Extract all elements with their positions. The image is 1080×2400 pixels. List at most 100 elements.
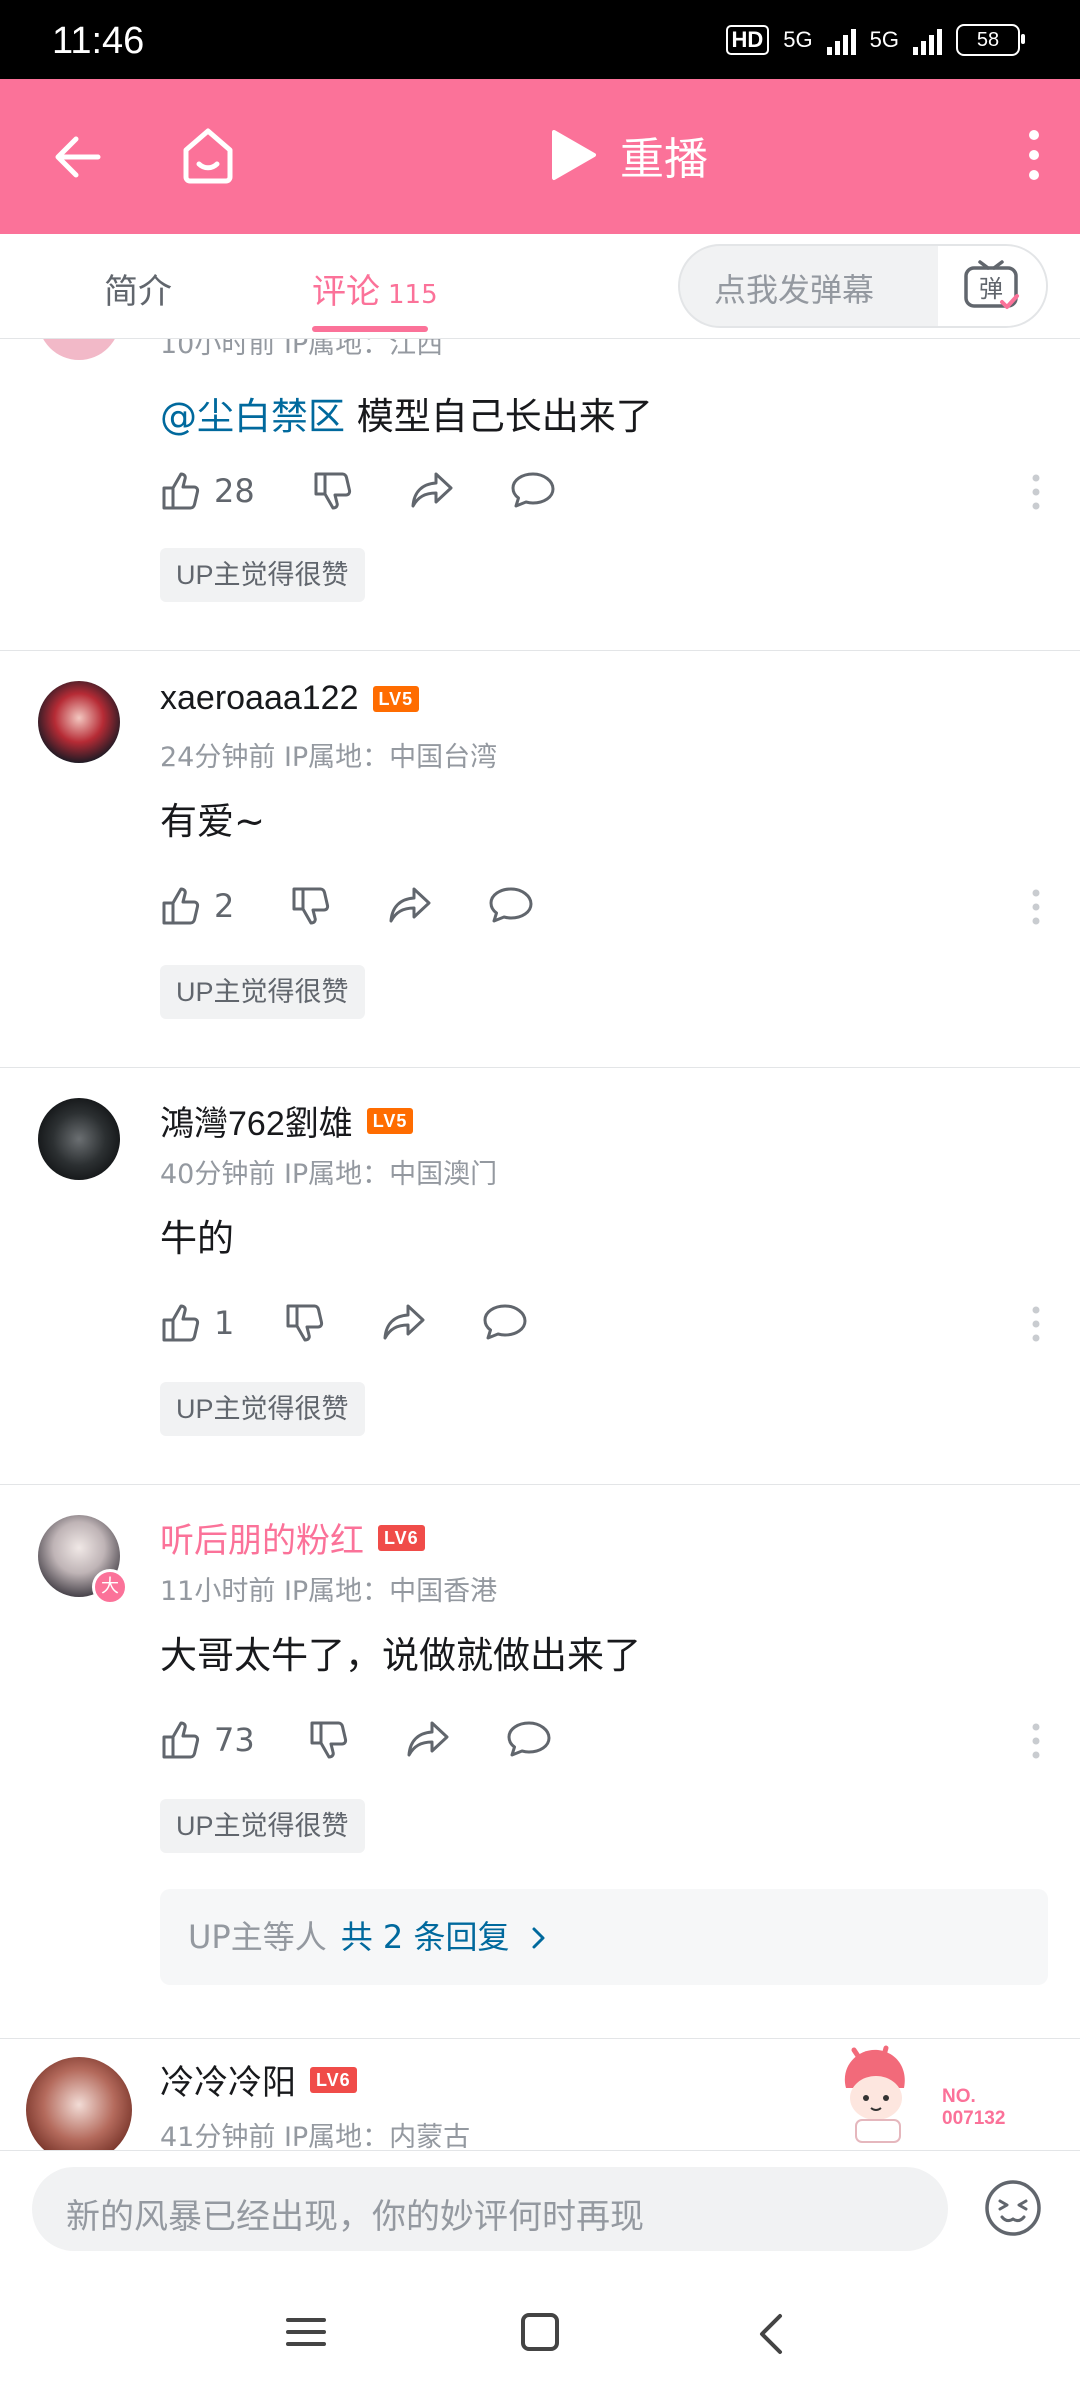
like-count: 28: [214, 472, 255, 510]
share-icon: [383, 1304, 425, 1340]
thumbs-down-icon: [286, 1304, 324, 1342]
dislike-button[interactable]: [308, 1719, 350, 1761]
like-count: 73: [214, 1721, 255, 1759]
comment-input-placeholder: 新的风暴已经出现，你的妙评何时再现: [66, 2197, 644, 2237]
network-type-1: 5G: [783, 27, 813, 52]
thumbs-down-icon: [292, 887, 330, 925]
reply-button[interactable]: [482, 1302, 528, 1342]
comment-actions: 73: [160, 1719, 1040, 1769]
comment-text: 模型自己长出来了: [356, 395, 653, 438]
reply-button[interactable]: [488, 885, 534, 925]
up-liked-badge: UP主觉得很赞: [160, 1382, 365, 1436]
comment-item: 大 听后朋的粉红 LV6 11小时前 IP属地：中国香港 大哥太牛了，说做就做出来…: [0, 1485, 1080, 2039]
share-button[interactable]: [406, 1719, 450, 1759]
username-text: xaeroaaa122: [160, 679, 359, 717]
dislike-button[interactable]: [284, 1302, 326, 1344]
like-button[interactable]: 1: [160, 1302, 234, 1344]
avatar[interactable]: [38, 681, 120, 763]
comment-list[interactable]: 10小时前 IP属地：江西 @尘白禁区 模型自己长出来了 28 UP主觉得很赞: [0, 338, 1080, 2150]
up-liked-badge: UP主觉得很赞: [160, 548, 365, 602]
dislike-button[interactable]: [290, 885, 332, 927]
comment-actions: 1: [160, 1302, 1040, 1352]
tab-comments-label: 评论: [312, 272, 380, 312]
avatar[interactable]: [38, 1098, 120, 1180]
comment-icon: [511, 472, 555, 508]
comment-content: @尘白禁区 模型自己长出来了: [160, 386, 653, 440]
thumbs-up-icon: [162, 1721, 200, 1759]
comment-more-icon[interactable]: [1032, 1723, 1040, 1763]
thumbs-up-icon: [162, 1304, 200, 1342]
comment-meta: 10小时前 IP属地：江西: [160, 338, 444, 360]
share-button[interactable]: [410, 470, 454, 510]
share-button[interactable]: [382, 1302, 426, 1342]
comment-text: 有爱~: [160, 800, 266, 843]
thumbs-up-icon: [162, 887, 200, 925]
back-chevron-icon[interactable]: [756, 2312, 786, 2360]
danmu-placeholder: 点我发弹幕: [714, 271, 875, 309]
comment-meta: 41分钟前 IP属地：内蒙古: [160, 2122, 471, 2150]
share-icon: [407, 1721, 449, 1757]
comment-meta: 24分钟前 IP属地：中国台湾: [160, 742, 498, 773]
battery-level: 58: [976, 28, 1000, 51]
share-button[interactable]: [388, 885, 432, 925]
back-arrow-icon[interactable]: [50, 129, 106, 189]
dislike-button[interactable]: [312, 470, 354, 512]
like-button[interactable]: 28: [160, 470, 255, 512]
anime-girl-sticker-icon: [844, 2045, 905, 2143]
share-icon: [389, 887, 431, 923]
emoji-icon[interactable]: [984, 2179, 1042, 2241]
comment-meta: 40分钟前 IP属地：中国澳门: [160, 1159, 498, 1190]
comment-more-icon[interactable]: [1032, 474, 1040, 514]
comment-actions: 28: [160, 470, 1040, 520]
comment-more-icon[interactable]: [1032, 1306, 1040, 1346]
menu-icon[interactable]: [286, 2312, 326, 2356]
tab-comments-count: 115: [388, 280, 438, 310]
signal-icon-2: [913, 25, 942, 55]
replies-preview[interactable]: UP主等人共 2 条回复: [160, 1889, 1048, 1985]
reply-button[interactable]: [506, 1719, 552, 1759]
thumbs-down-icon: [314, 472, 352, 510]
more-vertical-icon[interactable]: [1028, 129, 1040, 185]
danmu-icon-char: 弹: [979, 275, 1003, 303]
replay-button[interactable]: 重播: [548, 123, 708, 187]
avatar[interactable]: [38, 338, 120, 360]
thumbs-down-icon: [310, 1721, 348, 1759]
like-count: 1: [214, 1304, 235, 1342]
share-icon: [411, 472, 453, 508]
signal-icon: [826, 25, 856, 55]
username[interactable]: 鴻灣762劉雄 LV5: [160, 1096, 414, 1145]
tab-intro[interactable]: 简介: [104, 264, 172, 313]
comment-input[interactable]: 新的风暴已经出现，你的妙评何时再现: [32, 2167, 948, 2251]
tab-comments[interactable]: 评论 115: [312, 264, 438, 313]
mention-link[interactable]: @尘白禁区: [160, 395, 345, 438]
username-text: 冷冷冷阳: [160, 2064, 296, 2102]
home-icon[interactable]: [178, 124, 238, 190]
danmu-icon[interactable]: 弹: [938, 246, 1046, 326]
comment-more-icon[interactable]: [1032, 889, 1040, 929]
comment-icon: [489, 887, 533, 923]
reply-button[interactable]: [510, 470, 556, 510]
thumbs-up-icon: [162, 472, 200, 510]
level-badge: LV5: [372, 685, 420, 712]
up-liked-badge: UP主觉得很赞: [160, 965, 365, 1019]
like-button[interactable]: 73: [160, 1719, 255, 1761]
replies-link[interactable]: 共 2 条回复: [341, 1918, 510, 1956]
comment-icon: [507, 1721, 551, 1757]
comment-meta: 11小时前 IP属地：中国香港: [160, 1576, 498, 1607]
username[interactable]: 听后朋的粉红 LV6: [160, 1513, 425, 1562]
home-square-icon[interactable]: [520, 2312, 560, 2356]
comment-icon: [483, 1304, 527, 1340]
comment-item: 鴻灣762劉雄 LV5 40分钟前 IP属地：中国澳门 牛的 1 UP主觉得很赞: [0, 1068, 1080, 1484]
like-button[interactable]: 2: [160, 885, 234, 927]
username[interactable]: 冷冷冷阳 LV6: [160, 2055, 357, 2104]
play-icon: [552, 130, 596, 180]
vip-badge: 大: [92, 1569, 128, 1605]
danmu-input[interactable]: 点我发弹幕 弹: [678, 244, 1048, 328]
avatar[interactable]: [26, 2057, 132, 2150]
username-text: 听后朋的粉红: [160, 1522, 364, 1560]
username[interactable]: xaeroaaa122 LV5: [160, 679, 420, 718]
comment-actions: 2: [160, 885, 1040, 935]
replay-label: 重播: [620, 134, 708, 185]
fan-card-no-label: NO.: [942, 2086, 976, 2107]
level-badge: LV6: [310, 2066, 357, 2093]
